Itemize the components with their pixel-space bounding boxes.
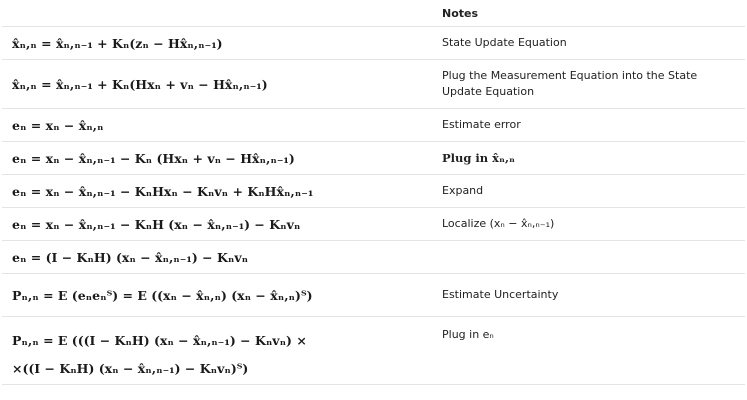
equation-line-1: Pₙ,ₙ = E (((I − KₙH) (xₙ − x̂ₙ,ₙ₋₁) − Kₙ…: [12, 333, 307, 348]
note-cell: Expand: [432, 174, 745, 208]
equation-cell: x̂ₙ,ₙ = x̂ₙ,ₙ₋₁ + Kₙ(zₙ − Hx̂ₙ,ₙ₋₁): [2, 26, 432, 60]
equations-table: Notes x̂ₙ,ₙ = x̂ₙ,ₙ₋₁ + Kₙ(zₙ − Hx̂ₙ,ₙ₋₁…: [2, 0, 745, 385]
note-cell: Estimate error: [432, 108, 745, 142]
note-cell: Localize (xₙ − x̂ₙ,ₙ₋₁): [432, 207, 745, 241]
note-cell: Plug the Measurement Equation into the S…: [432, 59, 745, 109]
notes-column-header: Notes: [442, 6, 479, 20]
table-row: eₙ = xₙ − x̂ₙ,ₙ₋₁ − KₙHxₙ − Kₙvₙ + KₙHx̂…: [2, 174, 745, 208]
table-row: x̂ₙ,ₙ = x̂ₙ,ₙ₋₁ + Kₙ(Hxₙ + vₙ − Hx̂ₙ,ₙ₋₁…: [2, 59, 745, 109]
equation-cell: eₙ = xₙ − x̂ₙ,ₙ₋₁ − KₙHxₙ − Kₙvₙ + KₙHx̂…: [2, 174, 432, 208]
equation-line-2: ×((I − KₙH) (xₙ − x̂ₙ,ₙ₋₁) − Kₙvₙ)ᵀ): [12, 361, 249, 376]
note-text: Plug in x̂ₙ,ₙ: [442, 150, 515, 165]
equation-cell: Pₙ,ₙ = E (((I − KₙH) (xₙ − x̂ₙ,ₙ₋₁) − Kₙ…: [2, 316, 432, 385]
table-row: x̂ₙ,ₙ = x̂ₙ,ₙ₋₁ + Kₙ(zₙ − Hx̂ₙ,ₙ₋₁) Stat…: [2, 26, 745, 60]
equation-cell: x̂ₙ,ₙ = x̂ₙ,ₙ₋₁ + Kₙ(Hxₙ + vₙ − Hx̂ₙ,ₙ₋₁…: [2, 59, 432, 109]
table-header-row: Notes: [2, 0, 745, 27]
table-row: eₙ = xₙ − x̂ₙ,ₙ₋₁ − KₙH (xₙ − x̂ₙ,ₙ₋₁) −…: [2, 207, 745, 241]
equation-cell: eₙ = xₙ − x̂ₙ,ₙ: [2, 108, 432, 142]
table-row: eₙ = xₙ − x̂ₙ,ₙ₋₁ − Kₙ (Hxₙ + vₙ − Hx̂ₙ,…: [2, 141, 745, 175]
equation-cell: eₙ = xₙ − x̂ₙ,ₙ₋₁ − KₙH (xₙ − x̂ₙ,ₙ₋₁) −…: [2, 207, 432, 241]
table-row: eₙ = (I − KₙH) (xₙ − x̂ₙ,ₙ₋₁) − Kₙvₙ: [2, 240, 745, 274]
note-cell: Plug in eₙ: [432, 316, 745, 385]
table-row: Pₙ,ₙ = E (((I − KₙH) (xₙ − x̂ₙ,ₙ₋₁) − Kₙ…: [2, 316, 745, 385]
equation-cell: Pₙ,ₙ = E (eₙeₙᵀ) = E ((xₙ − x̂ₙ,ₙ) (xₙ −…: [2, 273, 432, 317]
note-cell: Estimate Uncertainty: [432, 273, 745, 317]
equation-cell: eₙ = (I − KₙH) (xₙ − x̂ₙ,ₙ₋₁) − Kₙvₙ: [2, 240, 432, 274]
equation-column-header: [2, 0, 432, 27]
note-cell: Plug in x̂ₙ,ₙ: [432, 141, 745, 175]
equation-cell: eₙ = xₙ − x̂ₙ,ₙ₋₁ − Kₙ (Hxₙ + vₙ − Hx̂ₙ,…: [2, 141, 432, 175]
note-cell: [432, 240, 745, 274]
note-cell: State Update Equation: [432, 26, 745, 60]
table-row: eₙ = xₙ − x̂ₙ,ₙ Estimate error: [2, 108, 745, 142]
table-row: Pₙ,ₙ = E (eₙeₙᵀ) = E ((xₙ − x̂ₙ,ₙ) (xₙ −…: [2, 273, 745, 317]
